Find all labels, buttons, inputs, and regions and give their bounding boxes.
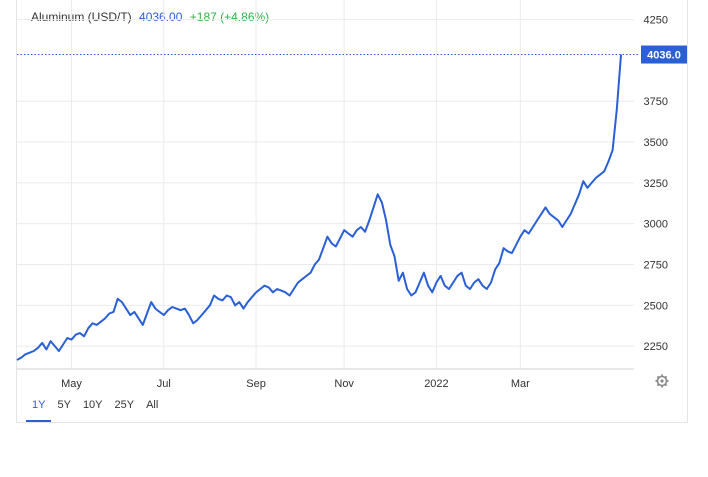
range-button-25y[interactable]: 25Y — [109, 398, 141, 422]
range-button-all[interactable]: All — [140, 398, 164, 422]
x-tick-label: Jul — [157, 378, 171, 390]
range-button-10y[interactable]: 10Y — [77, 398, 109, 422]
y-tick-label: 2750 — [644, 260, 668, 272]
x-tick-label: Nov — [334, 378, 354, 390]
x-tick-label: 2022 — [424, 378, 448, 390]
price-chart[interactable]: 2250 2500 2750 3000 3250 3500 3750 4250 May Jul Se… — [0, 0, 708, 400]
range-selector: 1Y 5Y 10Y 25Y All — [26, 398, 164, 422]
y-tick-label: 3750 — [644, 96, 668, 108]
x-tick-label: Mar — [511, 378, 530, 390]
series-line — [16, 54, 622, 361]
y-tick-label: 2500 — [644, 300, 668, 312]
gear-icon[interactable] — [655, 374, 669, 388]
y-tick-label: 3250 — [644, 178, 668, 190]
x-tick-label: May — [61, 378, 82, 390]
range-button-1y[interactable]: 1Y — [26, 398, 52, 422]
last-value-label: 4036.0 — [647, 50, 681, 62]
range-button-5y[interactable]: 5Y — [51, 398, 76, 422]
y-tick-label: 2250 — [644, 341, 668, 353]
y-tick-label: 4250 — [644, 15, 668, 27]
y-tick-label: 3500 — [644, 137, 668, 149]
x-tick-label: Sep — [246, 378, 266, 390]
y-tick-label: 3000 — [644, 219, 668, 231]
